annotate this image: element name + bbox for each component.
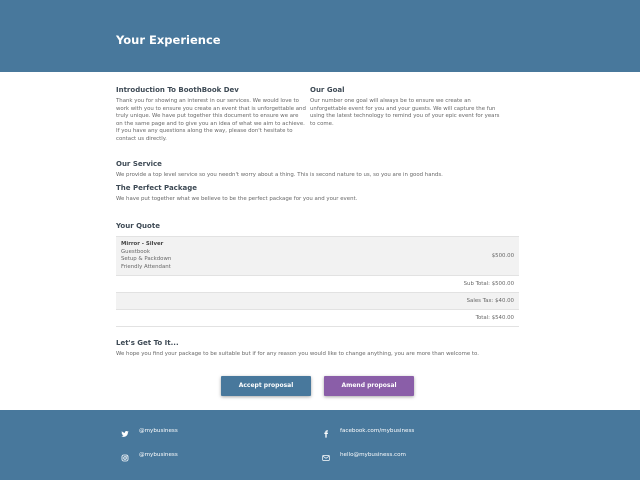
goal-line: to come. bbox=[310, 120, 334, 127]
quote-tax: Sales Tax: $40.00 bbox=[116, 293, 519, 310]
service-title: Our Service bbox=[116, 160, 162, 168]
goal-line: Our number one goal will always be to en… bbox=[310, 98, 471, 104]
intro-line: truly unique. We have put together this … bbox=[116, 113, 299, 120]
quote-item-line: Setup & Packdown bbox=[121, 256, 172, 262]
quote-item-name: Mirror - Silver bbox=[121, 241, 164, 247]
intro-line: If you have any questions along the way,… bbox=[116, 128, 293, 135]
facebook-url: facebook.com/mybusiness bbox=[340, 428, 415, 434]
twitter-icon bbox=[121, 431, 129, 437]
footer-instagram-link[interactable]: @mybusiness bbox=[121, 452, 178, 462]
page-header: Your Experience bbox=[0, 0, 640, 72]
service-text: We provide a top level service so you ne… bbox=[116, 172, 443, 178]
package-title: The Perfect Package bbox=[116, 184, 197, 192]
package-text: We have put together what we believe to … bbox=[116, 196, 358, 202]
quote-item-price: $500.00 bbox=[491, 253, 514, 259]
goal-title: Our Goal bbox=[310, 86, 345, 94]
envelope-icon bbox=[322, 455, 330, 461]
intro-line: work with you to ensure you create an ev… bbox=[116, 105, 306, 112]
closing-title: Let's Get To It... bbox=[116, 339, 179, 347]
instagram-handle: @mybusiness bbox=[139, 452, 178, 458]
quote-item-row: Mirror - Silver Guestbook Setup & Packdo… bbox=[116, 236, 519, 276]
twitter-handle: @mybusiness bbox=[139, 428, 178, 434]
quote-subtotal: Sub Total: $500.00 bbox=[116, 276, 519, 293]
amend-proposal-button[interactable]: Amend proposal bbox=[324, 376, 414, 396]
quote-total: Total: $540.00 bbox=[116, 310, 519, 327]
footer-facebook-link[interactable]: facebook.com/mybusiness bbox=[322, 428, 415, 438]
page-title: Your Experience bbox=[116, 33, 221, 47]
quote-table: Mirror - Silver Guestbook Setup & Packdo… bbox=[116, 236, 519, 327]
goal-line: unforgettable event for you and your gue… bbox=[310, 105, 496, 112]
goal-line: using the latest technology to remind yo… bbox=[310, 113, 500, 120]
instagram-icon bbox=[121, 454, 129, 462]
email-address: hello@mybusiness.com bbox=[340, 452, 406, 458]
accept-proposal-button[interactable]: Accept proposal bbox=[221, 376, 311, 396]
footer-twitter-link[interactable]: @mybusiness bbox=[121, 428, 178, 438]
page-footer: @mybusiness facebook.com/mybusiness @myb… bbox=[0, 410, 640, 480]
quote-item-line: Friendly Attendant bbox=[121, 263, 171, 270]
facebook-icon bbox=[324, 430, 328, 438]
intro-line: Thank you for showing an interest in our… bbox=[116, 98, 299, 104]
intro-text: Thank you for showing an interest in our… bbox=[116, 98, 306, 144]
closing-text: We hope you find your package to be suit… bbox=[116, 351, 479, 357]
quote-item-line: Guestbook bbox=[121, 248, 150, 255]
footer-email-link[interactable]: hello@mybusiness.com bbox=[322, 452, 406, 462]
quote-title: Your Quote bbox=[116, 222, 160, 230]
goal-text: Our number one goal will always be to en… bbox=[310, 98, 515, 128]
intro-line: on the same page and to give you an idea… bbox=[116, 120, 305, 127]
intro-line: contact us directly. bbox=[116, 135, 167, 142]
intro-title: Introduction To BoothBook Dev bbox=[116, 86, 239, 94]
